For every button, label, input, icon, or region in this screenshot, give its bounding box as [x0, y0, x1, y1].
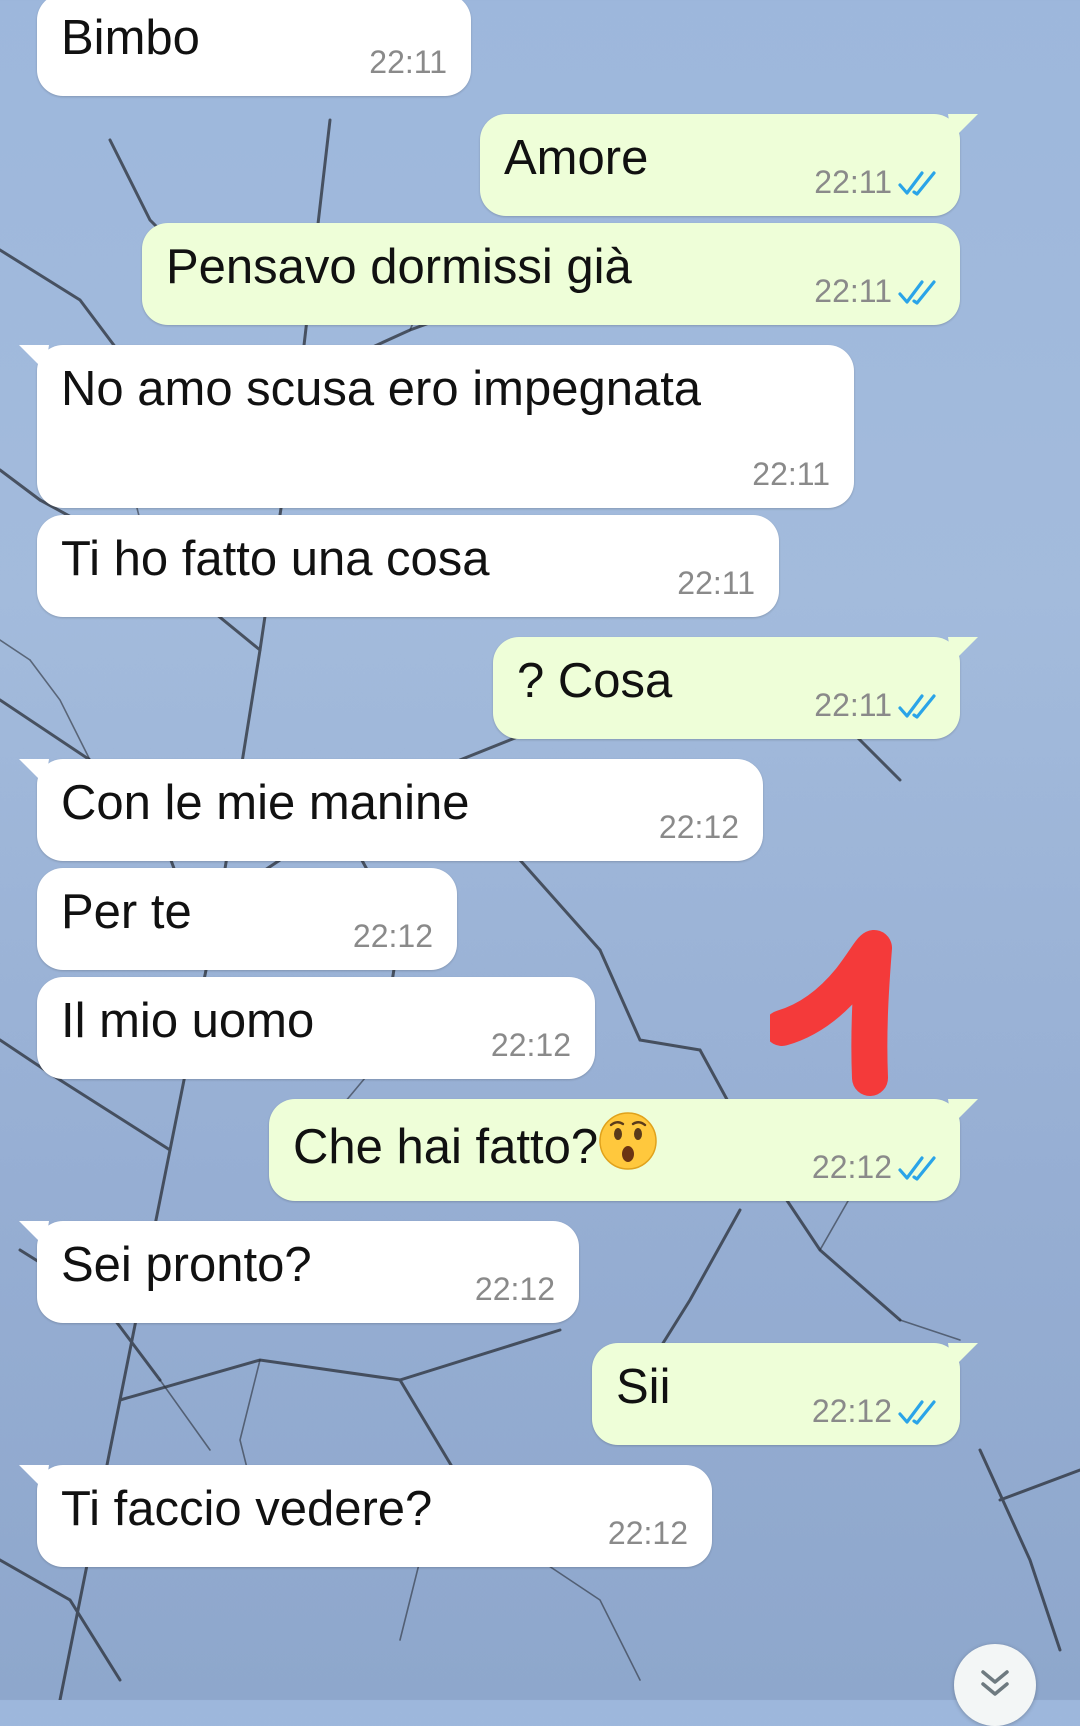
message-bubble-incoming[interactable]: Per te 22:12 [37, 868, 457, 970]
bubble-tail [19, 1465, 49, 1491]
bubble-tail [948, 637, 978, 663]
bubble-tail [948, 1099, 978, 1125]
double-check-icon [898, 1400, 936, 1425]
scroll-to-bottom-button[interactable] [954, 1644, 1036, 1726]
message-time: 22:12 [658, 809, 739, 845]
message-bubble-outgoing[interactable]: Amore 22:11 [480, 114, 978, 216]
message-bubble-outgoing[interactable]: Pensavo dormissi già 22:11 [142, 223, 960, 325]
message-bubble-incoming[interactable]: Ti faccio vedere? 22:12 [19, 1465, 712, 1567]
hushed-face-emoji-icon [599, 1112, 657, 1170]
message-bubble-outgoing[interactable]: Sii 22:12 [592, 1343, 978, 1445]
message-bubble-incoming[interactable]: Bimbo 22:11 [37, 0, 471, 96]
bubble-tail [948, 114, 978, 140]
double-check-icon [898, 280, 936, 305]
bubble-tail [948, 1343, 978, 1369]
message-time: 22:11 [752, 456, 830, 492]
message-time: 22:11 [369, 44, 447, 80]
message-bubble-incoming[interactable]: No amo scusa ero impegnata 22:11 [19, 345, 854, 508]
message-time: 22:12 [474, 1271, 555, 1307]
message-time: 22:12 [811, 1149, 892, 1185]
message-time: 22:12 [811, 1393, 892, 1429]
red-hand-drawn-annotation [770, 930, 892, 1096]
bubble-tail [19, 1221, 49, 1247]
message-text: Sii [616, 1360, 671, 1414]
message-text-line: Che hai fatto? [293, 1111, 658, 1179]
message-text: Bimbo [61, 11, 200, 65]
message-text: Per te [61, 885, 192, 939]
message-time: 22:11 [814, 273, 892, 309]
message-time: 22:11 [677, 565, 755, 601]
double-chevron-down-icon [981, 1670, 1009, 1696]
message-bubble-incoming[interactable]: Con le mie manine 22:12 [19, 759, 763, 861]
message-text: Il mio uomo [61, 994, 315, 1048]
bubble-tail [19, 345, 49, 371]
message-bubble-incoming[interactable]: Ti ho fatto una cosa 22:11 [37, 515, 779, 617]
message-time: 22:11 [814, 687, 892, 723]
double-check-icon [898, 171, 936, 196]
message-text: Con le mie manine [61, 776, 470, 830]
message-text: Pensavo dormissi già [166, 240, 632, 294]
message-text: ? Cosa [517, 654, 673, 708]
message-text: Ti ho fatto una cosa [61, 532, 490, 586]
bubble-tail [19, 759, 49, 785]
message-time: 22:12 [490, 1027, 571, 1063]
message-time: 22:11 [814, 164, 892, 200]
message-text: Ti faccio vedere? [61, 1482, 433, 1536]
message-text: Sei pronto? [61, 1238, 312, 1292]
message-bubble-outgoing[interactable]: ? Cosa 22:11 [493, 637, 978, 739]
message-text: Amore [504, 131, 649, 185]
double-check-icon [898, 1156, 936, 1181]
message-text: Che hai fatto? [293, 1120, 599, 1174]
message-time: 22:12 [607, 1515, 688, 1551]
double-check-icon [898, 694, 936, 719]
message-text: No amo scusa ero impegnata [61, 362, 702, 416]
message-time: 22:12 [352, 918, 433, 954]
message-bubble-incoming[interactable]: Il mio uomo 22:12 [37, 977, 595, 1079]
chat-message-list[interactable]: Bimbo 22:11 Amore 22:11 Pensavo dormissi… [0, 0, 1080, 1700]
message-bubble-incoming[interactable]: Sei pronto? 22:12 [19, 1221, 579, 1323]
